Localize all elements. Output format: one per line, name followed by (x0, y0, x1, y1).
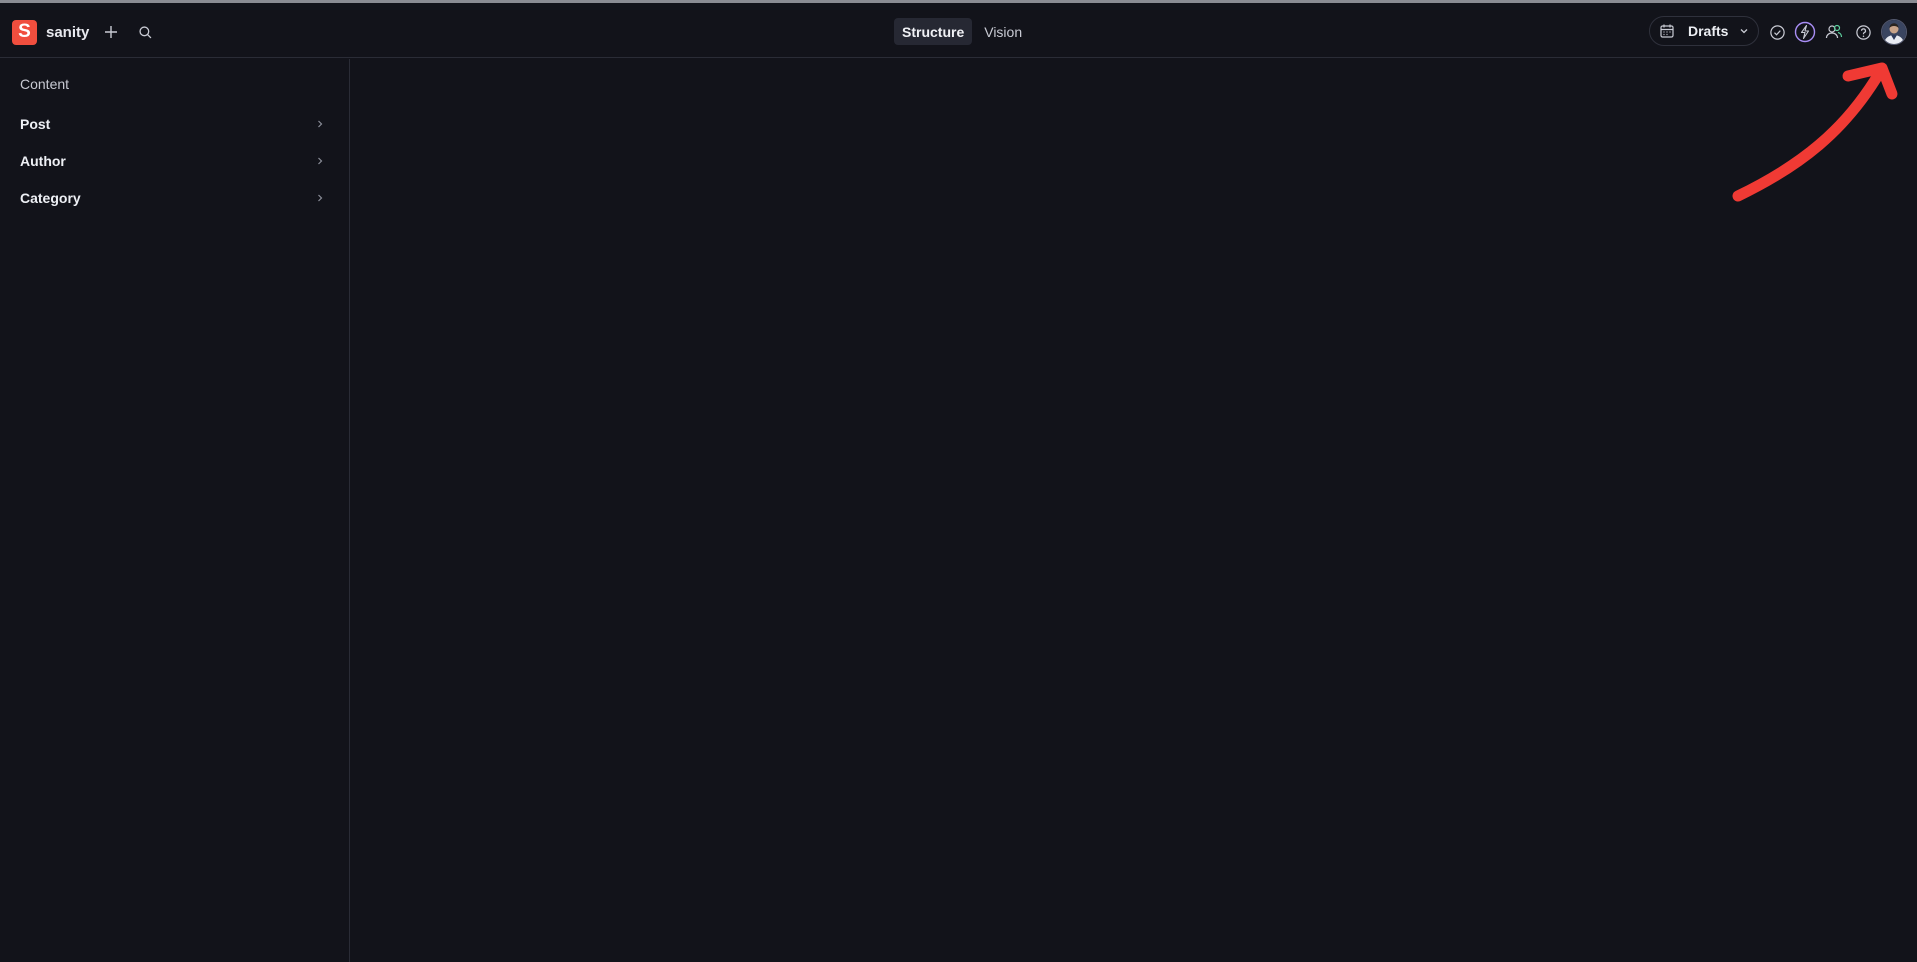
chevron-right-icon (318, 157, 323, 165)
create-new-document-button[interactable] (99, 20, 123, 44)
sidebar-item-label: Post (20, 116, 51, 132)
check-circle-icon (1769, 24, 1785, 40)
chevron-right-icon (318, 120, 323, 128)
search-button[interactable] (133, 20, 157, 44)
project-name: sanity (46, 23, 90, 41)
studio-navbar: S sanity Structure Vision Drafts (0, 3, 1917, 58)
annotation-arrow (1732, 62, 1898, 202)
sidebar-item-category[interactable]: Category (8, 182, 342, 214)
chevron-right-icon (318, 194, 323, 202)
pane-title: Content (20, 76, 70, 92)
tab-structure[interactable]: Structure (894, 18, 973, 45)
help-button[interactable] (1850, 19, 1876, 45)
perspective-menu-button[interactable]: Drafts (1649, 16, 1759, 46)
structure-sidebar: Content Post Author Category (0, 59, 350, 962)
tool-tabs: Structure Vision (894, 18, 1030, 45)
sidebar-item-post[interactable]: Post (8, 108, 342, 140)
help-icon (1855, 24, 1871, 40)
presence-button[interactable] (1821, 19, 1847, 45)
user-avatar[interactable] (1881, 19, 1907, 45)
sidebar-item-author[interactable]: Author (8, 145, 342, 177)
bolt-icon (1794, 21, 1816, 43)
sidebar-item-label: Author (20, 153, 66, 169)
tasks-button[interactable] (1764, 19, 1790, 45)
users-icon (1825, 24, 1843, 39)
search-icon (138, 25, 151, 38)
calendar-icon (1660, 24, 1674, 38)
sanity-logo: S (12, 19, 37, 45)
ai-assist-button[interactable] (1792, 19, 1818, 45)
chevron-down-icon (1740, 29, 1748, 34)
avatar-photo-icon (1882, 20, 1906, 44)
plus-icon (105, 26, 117, 38)
perspective-label: Drafts (1688, 23, 1729, 39)
document-pane-empty (351, 59, 1917, 962)
brand-button[interactable]: S sanity (12, 19, 89, 45)
sidebar-item-label: Category (20, 190, 81, 206)
tab-vision[interactable]: Vision (976, 18, 1030, 45)
